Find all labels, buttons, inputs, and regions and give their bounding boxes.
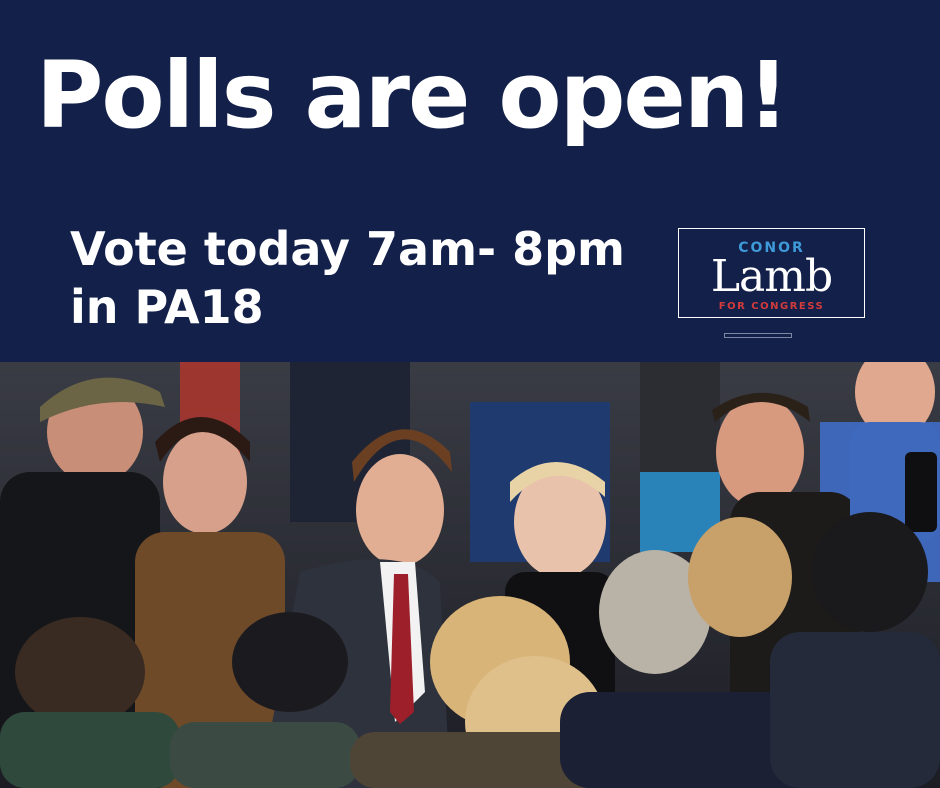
paid-for-disclaimer: [724, 333, 792, 338]
crowd-photo: [0, 362, 940, 788]
vote-district: in PA18: [70, 280, 264, 334]
vote-info: Vote today 7am- 8pm in PA18: [70, 220, 625, 336]
campaign-logo: CONOR Lamb FOR CONGRESS: [678, 228, 865, 318]
banner: Polls are open! Vote today 7am- 8pm in P…: [0, 0, 940, 362]
headline: Polls are open!: [36, 42, 789, 149]
crowd-photo-illustration: [0, 362, 940, 788]
vote-hours: Vote today 7am- 8pm: [70, 222, 625, 276]
logo-tagline: FOR CONGRESS: [718, 301, 825, 312]
logo-last-name: Lamb: [710, 251, 833, 302]
graphic-canvas: Polls are open! Vote today 7am- 8pm in P…: [0, 0, 940, 788]
